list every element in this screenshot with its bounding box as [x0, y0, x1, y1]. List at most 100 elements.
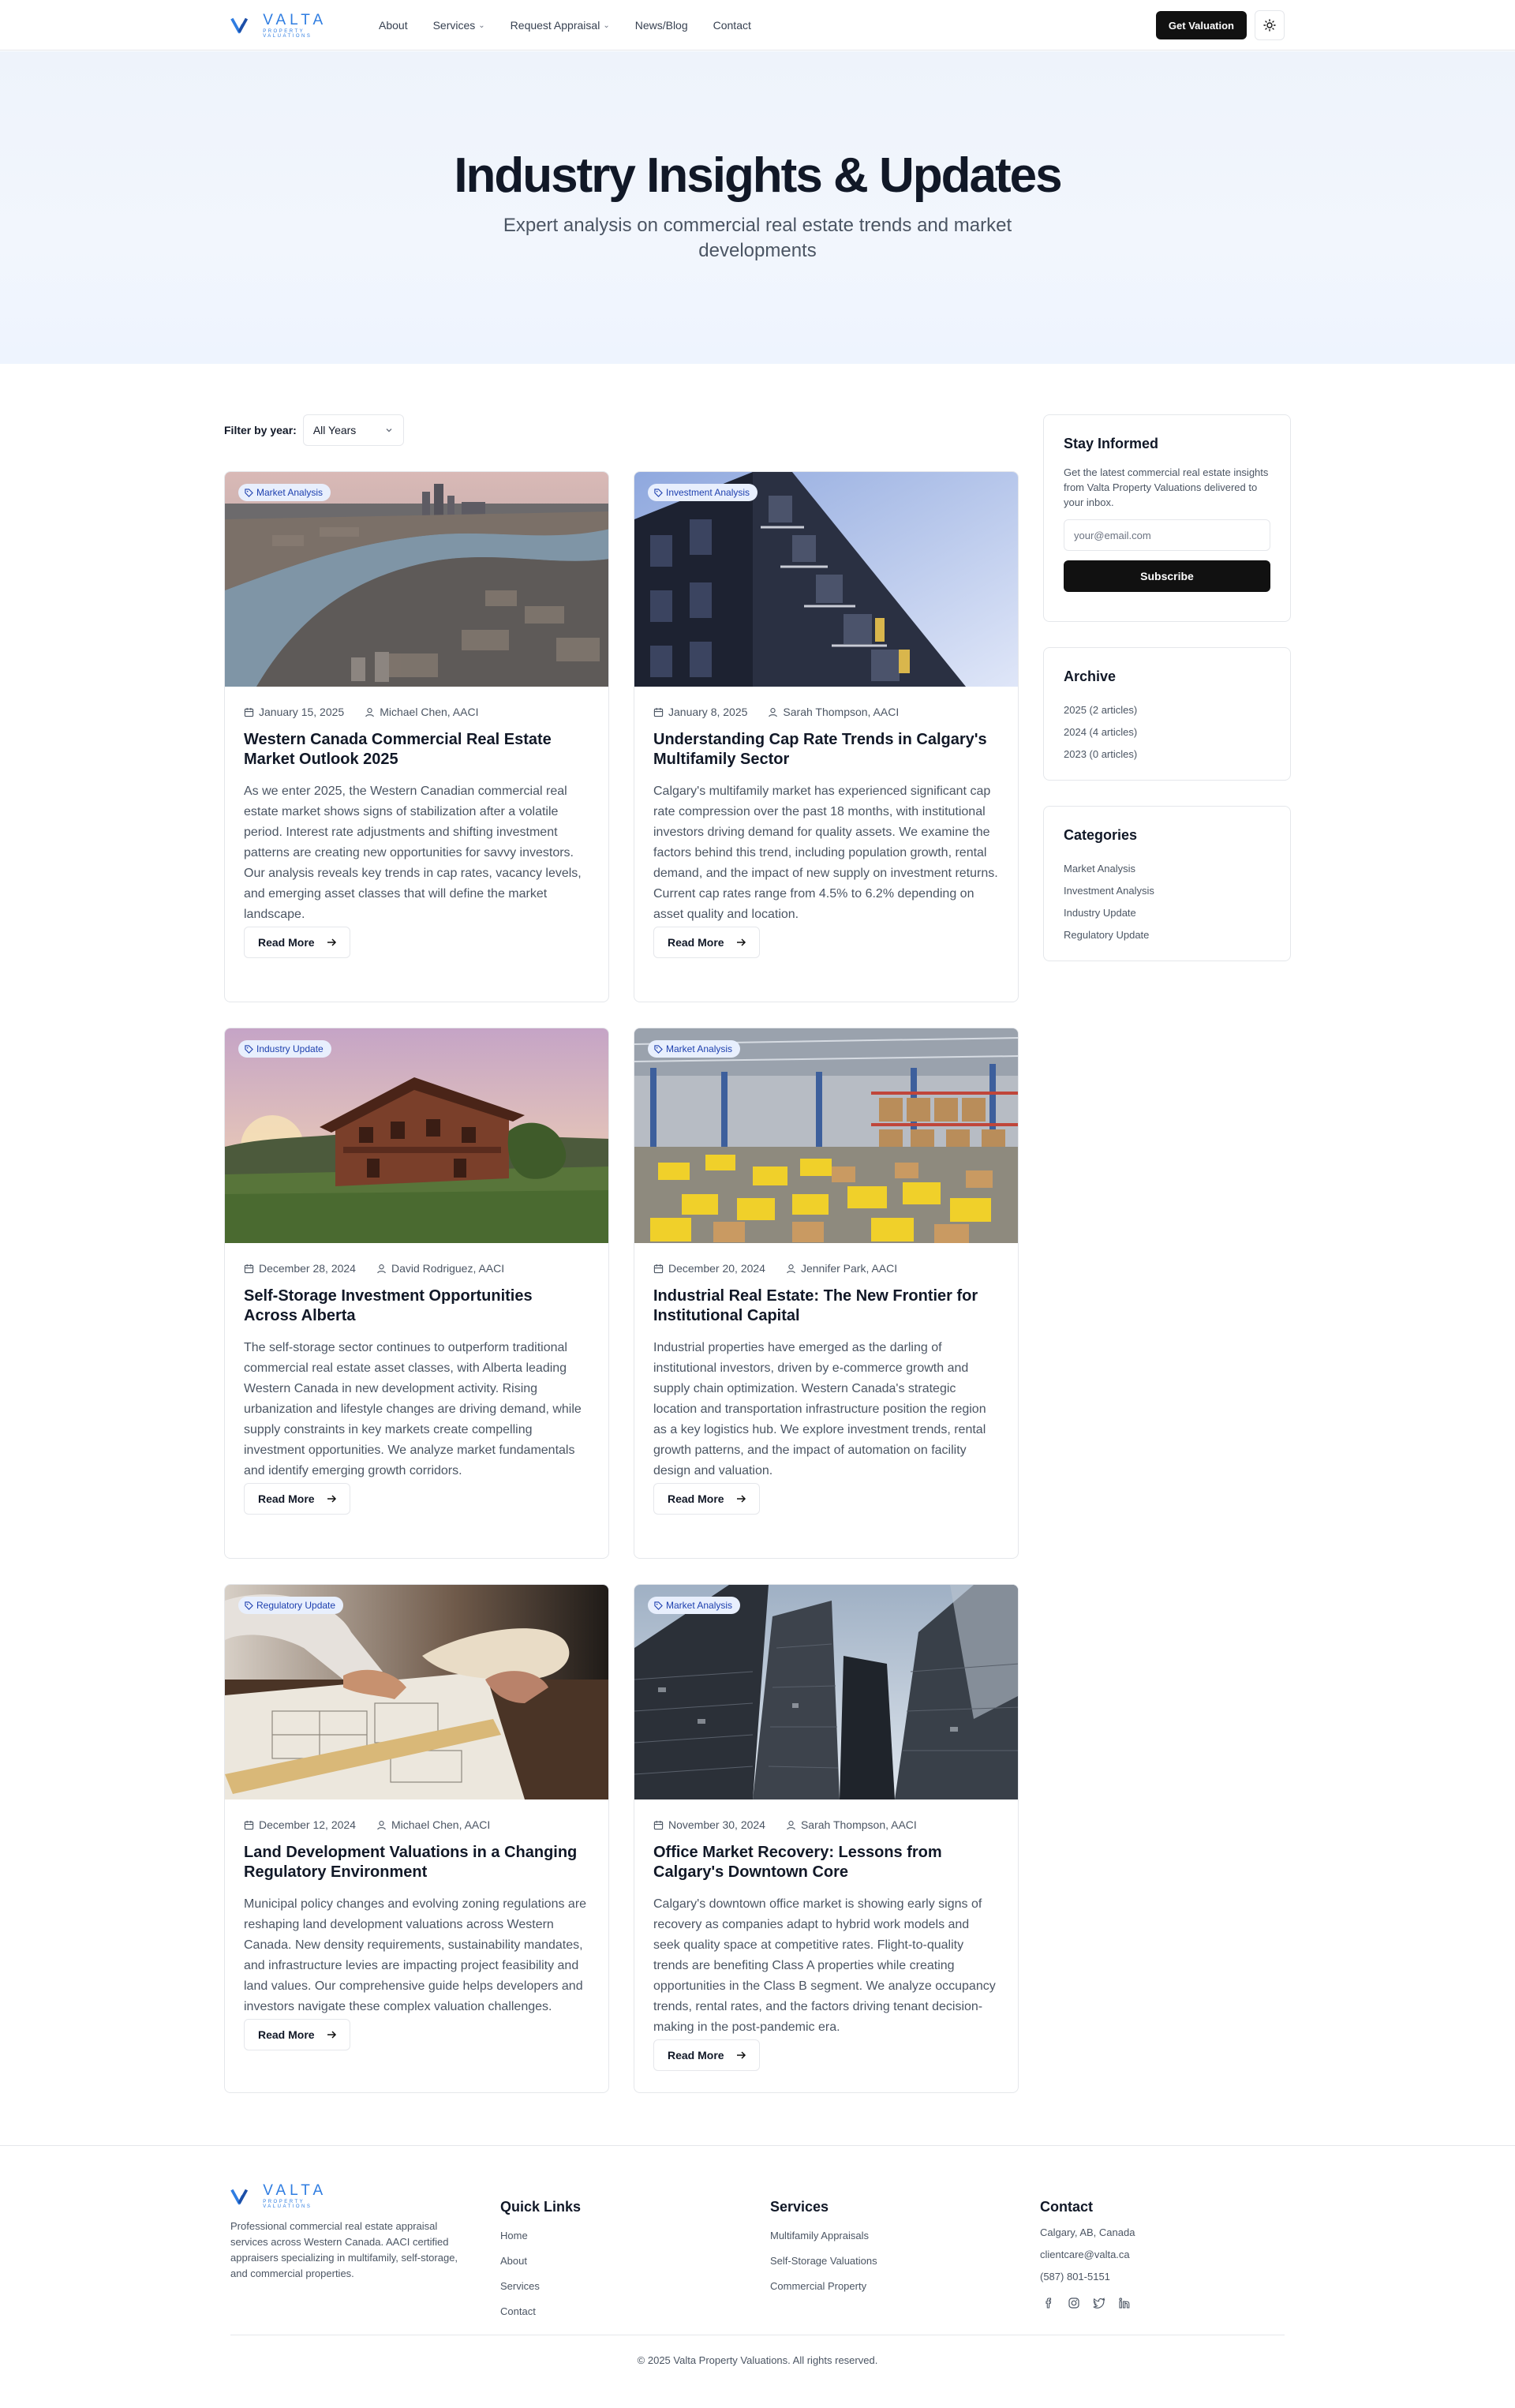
main-nav: About Services ⌄ Request Appraisal ⌄ News/… [379, 19, 776, 32]
article-author: David Rodriguez, AACI [391, 1262, 505, 1275]
article-image[interactable]: Market Analysis [634, 1585, 1018, 1799]
logo-mark-icon [230, 2189, 249, 2204]
user-icon [787, 1264, 795, 1273]
article-image[interactable]: Investment Analysis [634, 472, 1018, 687]
read-more-button[interactable]: Read More [244, 2019, 350, 2050]
category-link-industry-update[interactable]: Industry Update [1064, 902, 1270, 924]
read-more-label: Read More [258, 936, 315, 949]
newsletter-text: Get the latest commercial real estate in… [1064, 466, 1269, 508]
article-card[interactable]: Market Analysis December 20, 2024 Jennif… [634, 1028, 1019, 1559]
read-more-label: Read More [258, 2028, 315, 2041]
theme-toggle-button[interactable] [1255, 10, 1285, 40]
instagram-icon[interactable] [1065, 2294, 1083, 2312]
calendar-icon [244, 707, 254, 717]
calendar-icon [653, 1820, 664, 1829]
linkedin-icon[interactable] [1116, 2294, 1133, 2312]
nav-request-appraisal-label: Request Appraisal [510, 19, 600, 32]
article-image[interactable]: Market Analysis [634, 1028, 1018, 1243]
article-excerpt: Calgary's downtown office market is show… [653, 1897, 996, 2034]
category-tag-label: Market Analysis [256, 487, 324, 498]
footer-logo[interactable]: VALTA PROPERTY VALUATIONS [230, 2183, 350, 2209]
arrow-right-icon [736, 2051, 746, 2059]
nav-contact-label: Contact [713, 19, 751, 32]
footer-service-commercial[interactable]: Commercial Property [770, 2274, 877, 2299]
article-excerpt: Municipal policy changes and evolving zo… [244, 1897, 587, 2013]
article-card[interactable]: Industry Update December 28, 2024 David … [224, 1028, 609, 1559]
get-valuation-button[interactable]: Get Valuation [1155, 11, 1247, 39]
brand-logo[interactable]: VALTA PROPERTY VALUATIONS [230, 13, 350, 39]
city-river-aerial-image [225, 472, 608, 687]
read-more-button[interactable]: Read More [653, 927, 760, 958]
calendar-icon [244, 1820, 254, 1829]
read-more-button[interactable]: Read More [653, 1483, 760, 1515]
nav-request-appraisal[interactable]: Request Appraisal ⌄ [511, 19, 610, 32]
calendar-icon [244, 1264, 254, 1273]
arrow-right-icon [736, 938, 746, 946]
year-filter: Filter by year: All Years [224, 414, 404, 446]
article-title[interactable]: Self-Storage Investment Opportunities Ac… [244, 1286, 589, 1326]
calendar-icon [653, 1264, 664, 1273]
article-meta: December 12, 2024 Michael Chen, AACI [244, 1818, 589, 1831]
article-title[interactable]: Understanding Cap Rate Trends in Calgary… [653, 730, 999, 770]
article-title[interactable]: Office Market Recovery: Lessons from Cal… [653, 1843, 999, 1882]
article-excerpt: The self-storage sector continues to out… [244, 1341, 582, 1477]
article-title[interactable]: Western Canada Commercial Real Estate Ma… [244, 730, 589, 770]
nav-about[interactable]: About [379, 19, 408, 32]
category-link-market-analysis[interactable]: Market Analysis [1064, 858, 1270, 880]
category-link-regulatory-update[interactable]: Regulatory Update [1064, 924, 1270, 946]
article-author: Jennifer Park, AACI [800, 1262, 898, 1275]
footer-link-about[interactable]: About [500, 2249, 581, 2274]
newsletter-box: Stay Informed Get the latest commercial … [1043, 414, 1291, 622]
footer-brand: VALTA PROPERTY VALUATIONS Professional c… [230, 2183, 472, 2282]
footer-link-home[interactable]: Home [500, 2223, 581, 2249]
contact-email[interactable]: clientcare@valta.ca [1040, 2244, 1135, 2266]
social-links [1040, 2294, 1135, 2312]
article-image[interactable]: Market Analysis [225, 472, 608, 687]
article-card[interactable]: Market Analysis November 30, 2024 Sarah … [634, 1584, 1019, 2093]
article-card[interactable]: Investment Analysis January 8, 2025 Sara… [634, 471, 1019, 1002]
footer-link-contact[interactable]: Contact [500, 2299, 581, 2324]
email-field[interactable]: your@email.com [1064, 519, 1270, 551]
category-link-investment-analysis[interactable]: Investment Analysis [1064, 880, 1270, 902]
article-image[interactable]: Regulatory Update [225, 1585, 608, 1799]
twitter-icon[interactable] [1090, 2294, 1108, 2312]
nav-contact[interactable]: Contact [713, 19, 751, 32]
contact-phone[interactable]: (587) 801-5151 [1040, 2266, 1135, 2288]
read-more-button[interactable]: Read More [244, 927, 350, 958]
category-tag: Industry Update [238, 1040, 331, 1058]
categories-title: Categories [1064, 827, 1138, 843]
article-card[interactable]: Market Analysis January 15, 2025 Michael… [224, 471, 609, 1002]
house-sunset-image [225, 1028, 608, 1243]
article-title[interactable]: Land Development Valuations in a Changin… [244, 1843, 589, 1882]
article-author: Michael Chen, AACI [380, 706, 479, 718]
read-more-button[interactable]: Read More [244, 1483, 350, 1515]
article-date: January 15, 2025 [259, 706, 345, 718]
read-more-label: Read More [668, 1492, 724, 1505]
archive-item-2023[interactable]: 2023 (0 articles) [1064, 743, 1270, 766]
nav-services-label: Services [432, 19, 476, 32]
tag-icon [245, 1601, 253, 1610]
read-more-button[interactable]: Read More [653, 2039, 760, 2071]
read-more-label: Read More [668, 2049, 724, 2062]
archive-item-2024[interactable]: 2024 (4 articles) [1064, 721, 1270, 743]
user-icon [769, 707, 778, 717]
article-title[interactable]: Industrial Real Estate: The New Frontier… [653, 1286, 999, 1326]
archive-item-2025[interactable]: 2025 (2 articles) [1064, 699, 1270, 721]
facebook-icon[interactable] [1040, 2294, 1057, 2312]
article-card[interactable]: Regulatory Update December 12, 2024 Mich… [224, 1584, 609, 2093]
archive-title: Archive [1064, 668, 1117, 684]
year-select[interactable]: All Years [302, 414, 404, 446]
chevron-down-icon: ⌄ [478, 21, 485, 30]
chevron-down-icon [386, 429, 392, 433]
nav-news-blog[interactable]: News/Blog [635, 19, 688, 32]
footer-link-services[interactable]: Services [500, 2274, 581, 2299]
subscribe-button[interactable]: Subscribe [1064, 560, 1270, 592]
article-excerpt: As we enter 2025, the Western Canadian c… [244, 785, 582, 921]
article-meta: January 15, 2025 Michael Chen, AACI [244, 706, 589, 718]
hero-section: Industry Insights & Updates Expert analy… [0, 51, 1515, 364]
footer-service-multifamily[interactable]: Multifamily Appraisals [770, 2223, 877, 2249]
article-image[interactable]: Industry Update [225, 1028, 608, 1243]
nav-services[interactable]: Services ⌄ [433, 19, 485, 32]
filter-label: Filter by year: [224, 424, 297, 436]
footer-service-self-storage[interactable]: Self-Storage Valuations [770, 2249, 877, 2274]
